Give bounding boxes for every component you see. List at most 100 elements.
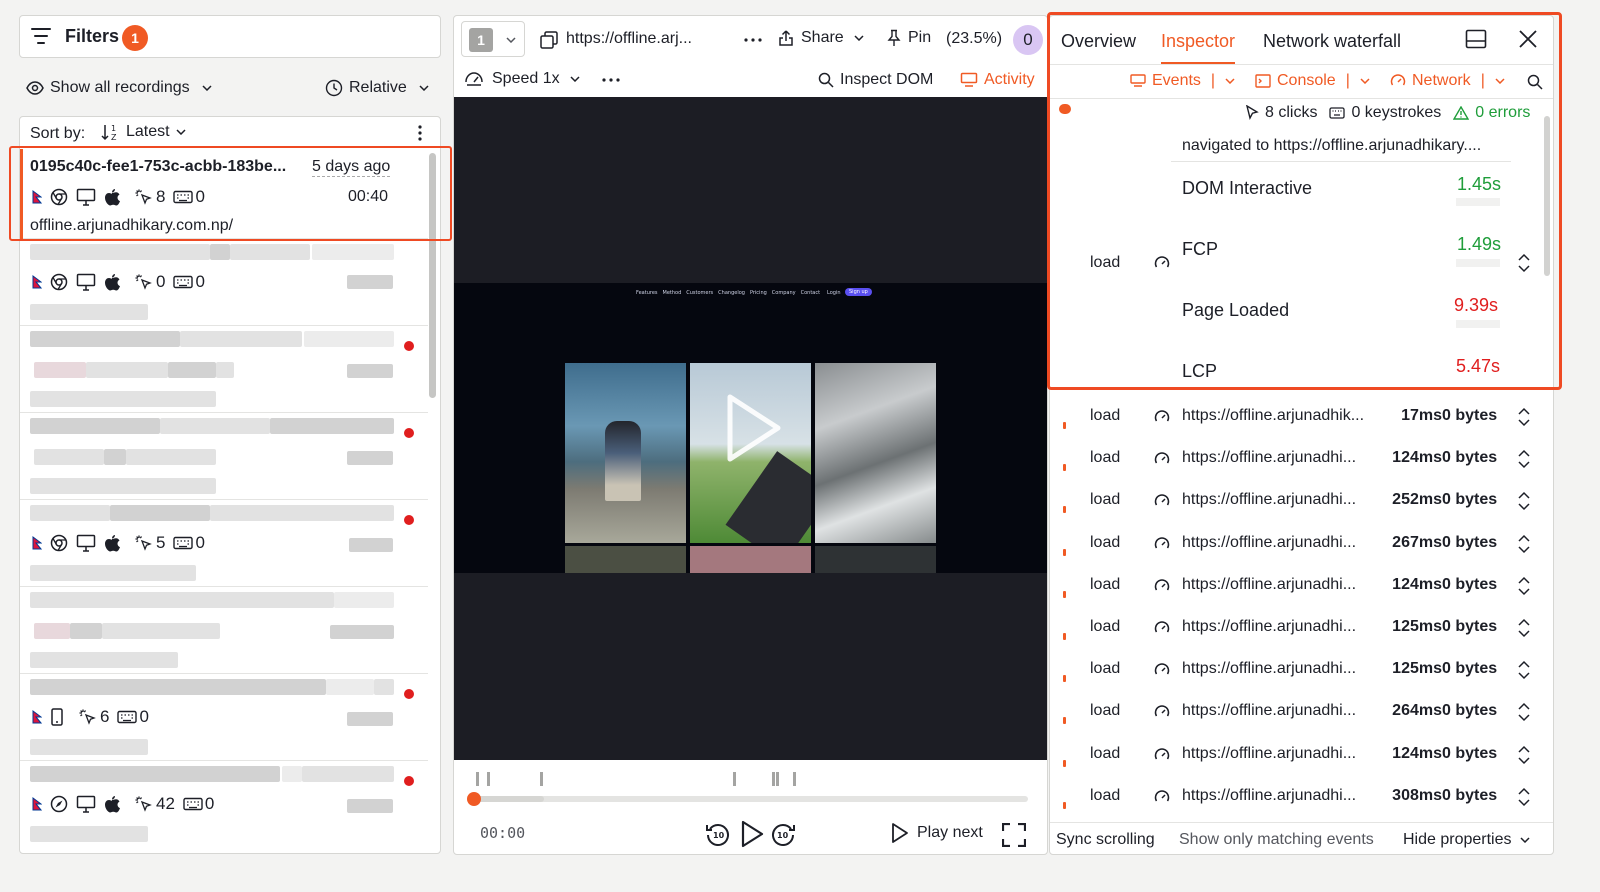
sort-select[interactable]: 1Z Latest: [100, 122, 186, 142]
network-event-row[interactable]: load https://offline.arjunadhi... 308ms 0 b…: [1050, 776, 1553, 818]
gauge-icon: [1154, 578, 1170, 594]
viewers-count-badge[interactable]: 0: [1013, 25, 1043, 55]
sort-value: Latest: [126, 123, 170, 140]
filters-bar[interactable]: Filters 1: [19, 15, 441, 58]
chrome-icon: [50, 273, 68, 291]
inspect-dom-button[interactable]: Inspect DOM: [818, 71, 933, 89]
sync-scrolling-toggle[interactable]: Sync scrolling: [1056, 831, 1155, 849]
network-event-row[interactable]: load https://offline.arjunadhi... 124ms 0 b…: [1050, 734, 1553, 776]
event-type: load: [1090, 449, 1121, 467]
click-count: 6: [100, 707, 110, 726]
player-panel: 1 https://offline.arj... Share Pin (23.5…: [453, 15, 1048, 855]
site-photo-1: [565, 363, 686, 543]
activity-button[interactable]: Activity: [960, 71, 1035, 89]
timeline-dot: [1063, 506, 1066, 514]
timeline-handle[interactable]: [467, 792, 481, 806]
timeline-dot: [1063, 422, 1066, 429]
more-vertical-icon[interactable]: [418, 125, 422, 141]
show-matching-toggle[interactable]: Show only matching events: [1179, 831, 1374, 849]
gauge-icon: [1154, 536, 1170, 552]
copy-icon[interactable]: [539, 30, 559, 50]
timeline-markers: [454, 764, 1047, 794]
more-horizontal-icon[interactable]: [602, 78, 620, 82]
activity-label: Activity: [984, 71, 1035, 88]
network-event-row[interactable]: load https://offline.arjunadhi... 124ms 0 b…: [1050, 438, 1553, 480]
timeline-dot: [1063, 759, 1066, 767]
hide-properties-select[interactable]: Hide properties: [1403, 831, 1530, 849]
nepal-flag-icon: [32, 275, 42, 289]
network-event-row[interactable]: load https://offline.arjunadhi... 264ms 0 b…: [1050, 691, 1553, 733]
play-next-button[interactable]: Play next: [891, 822, 983, 844]
event-url: https://offline.arjunadhi...: [1182, 660, 1357, 678]
click-count: 0: [156, 272, 166, 291]
site-login: Login: [827, 290, 841, 296]
event-type: load: [1090, 618, 1121, 635]
site-photo-3: [815, 363, 936, 543]
expand-icon[interactable]: [1517, 491, 1531, 511]
network-events-list: load https://offline.arjunadhik... 17ms 0 b…: [1050, 396, 1553, 820]
expand-icon[interactable]: [1517, 449, 1531, 469]
more-horizontal-icon[interactable]: [744, 38, 762, 42]
expand-icon[interactable]: [1517, 576, 1531, 596]
network-event-row[interactable]: load https://offline.arjunadhi... 125ms 0 b…: [1050, 607, 1553, 649]
forward-10-icon[interactable]: 10: [770, 821, 796, 847]
recording-item[interactable]: [20, 414, 428, 500]
show-all-recordings-select[interactable]: Show all recordings: [26, 76, 212, 100]
expand-icon[interactable]: [1517, 745, 1531, 765]
desktop-icon: [76, 795, 96, 813]
chevron-down-icon: [202, 85, 212, 91]
share-button[interactable]: Share: [777, 29, 864, 47]
play-icon[interactable]: [740, 820, 764, 848]
unread-dot: [404, 341, 414, 351]
window-select[interactable]: 1: [461, 21, 525, 57]
unread-dot: [404, 515, 414, 525]
chevron-down-icon: [506, 37, 516, 43]
unread-dot: [404, 776, 414, 786]
activity-icon: [960, 72, 978, 88]
fullscreen-icon[interactable]: [1002, 823, 1026, 847]
recording-item[interactable]: 6 0: [20, 675, 428, 761]
event-duration: 264ms: [1392, 702, 1442, 720]
play-next-label: Play next: [917, 824, 983, 841]
svg-text:1: 1: [111, 124, 116, 133]
rewind-10-icon[interactable]: 10: [705, 821, 731, 847]
network-event-row[interactable]: load https://offline.arjunadhi... 252ms 0 b…: [1050, 480, 1553, 522]
event-size: 0 bytes: [1442, 575, 1498, 593]
event-url: https://offline.arjunadhi...: [1182, 786, 1357, 804]
network-event-row[interactable]: load https://offline.arjunadhik... 17ms 0 b…: [1050, 396, 1553, 438]
timeline-track[interactable]: [467, 792, 1028, 806]
relative-label: Relative: [349, 79, 407, 96]
player-toolbar-secondary: Speed 1x Inspect DOM Activity: [454, 63, 1047, 97]
expand-icon[interactable]: [1517, 787, 1531, 807]
recording-item[interactable]: 5 0: [20, 501, 428, 587]
event-url: https://offline.arjunadhi...: [1182, 744, 1357, 762]
apple-icon: [104, 795, 120, 813]
keyboard-icon: [173, 275, 194, 289]
recording-item[interactable]: 0 0: [20, 240, 428, 326]
recording-item[interactable]: [20, 588, 428, 674]
event-size: 0 bytes: [1442, 618, 1498, 635]
relative-time-select[interactable]: Relative: [325, 76, 429, 100]
gauge-icon: [1154, 493, 1170, 509]
expand-icon[interactable]: [1517, 407, 1531, 427]
expand-icon[interactable]: [1517, 660, 1531, 680]
expand-icon[interactable]: [1517, 702, 1531, 722]
clock-icon: [325, 79, 343, 97]
event-type: load: [1090, 744, 1121, 762]
speed-select[interactable]: Speed 1x: [464, 70, 580, 88]
inspect-dom-label: Inspect DOM: [840, 71, 934, 88]
recording-item[interactable]: [20, 327, 428, 413]
timeline-dot: [1063, 801, 1066, 809]
recording-item[interactable]: 42 0: [20, 762, 428, 853]
network-event-row[interactable]: load https://offline.arjunadhi... 125ms 0 b…: [1050, 649, 1553, 691]
click-icon: [134, 534, 152, 552]
network-event-row[interactable]: load https://offline.arjunadhi... 124ms 0 b…: [1050, 565, 1553, 607]
replay-viewport[interactable]: Features Method Customers Changelog Pric…: [454, 97, 1047, 760]
site-photo-2: [690, 363, 811, 543]
pin-button[interactable]: Pin: [886, 29, 931, 47]
network-event-row[interactable]: load https://offline.arjunadhi... 267ms 0 b…: [1050, 523, 1553, 565]
event-type: load: [1090, 533, 1121, 551]
share-label: Share: [801, 29, 844, 46]
expand-icon[interactable]: [1517, 534, 1531, 554]
expand-icon[interactable]: [1517, 618, 1531, 638]
